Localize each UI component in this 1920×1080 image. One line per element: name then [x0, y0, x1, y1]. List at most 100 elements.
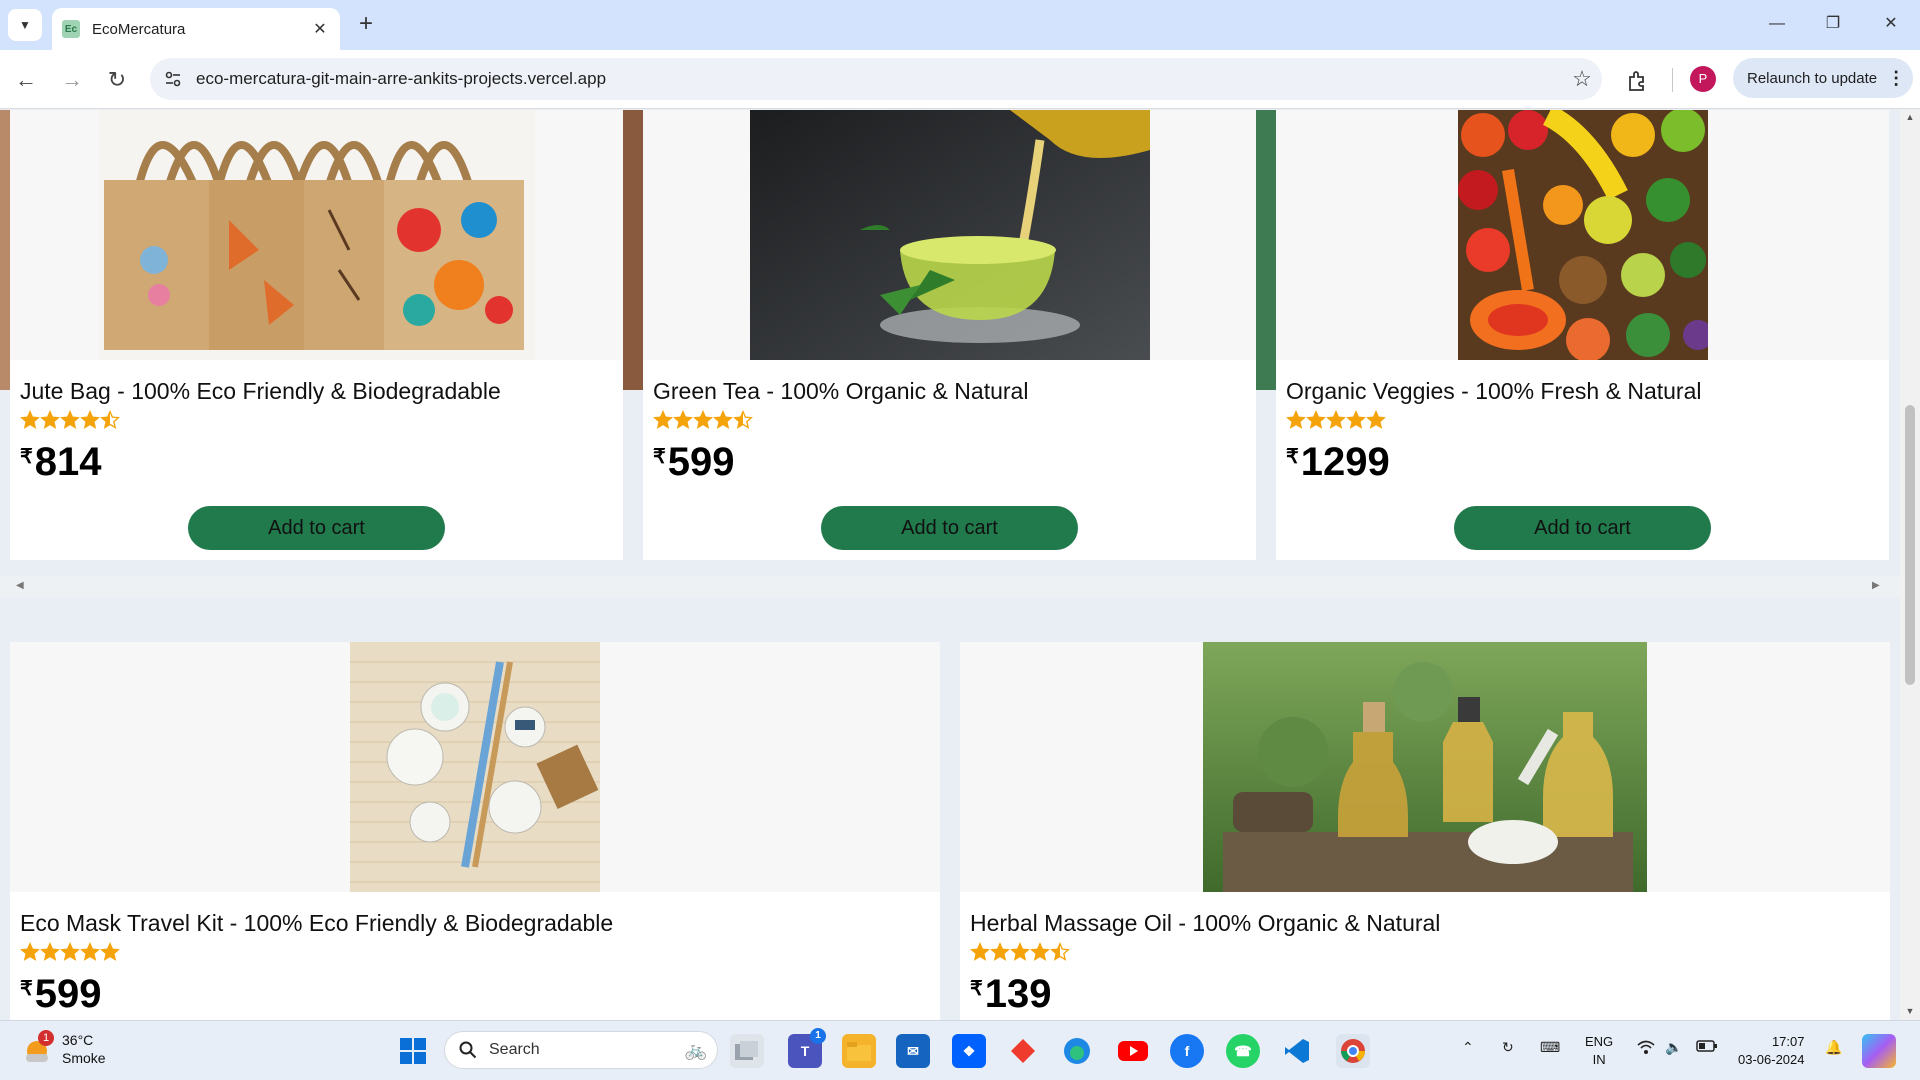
product-price: ₹ 814 [20, 440, 101, 485]
whatsapp-icon[interactable]: ☎ [1226, 1034, 1260, 1068]
reload-button[interactable]: ↻ [101, 64, 133, 96]
star-icon [713, 410, 733, 429]
mail-icon[interactable]: ✉ [896, 1034, 930, 1068]
weather-description: Smoke [62, 1050, 106, 1066]
star-icon [40, 942, 60, 961]
page-viewport: Jute Bag - 100% Eco Friendly & Biodegrad… [0, 110, 1900, 1020]
add-to-cart-button[interactable]: Add to cart [1454, 506, 1711, 550]
bookmark-star-icon[interactable]: ☆ [1562, 66, 1602, 92]
windows-start-icon[interactable] [396, 1034, 430, 1068]
anydesk-icon[interactable] [1006, 1034, 1040, 1068]
system-clock[interactable]: 17:07 03-06-2024 [1738, 1033, 1805, 1069]
scroll-left-icon[interactable]: ◀ [16, 580, 24, 591]
notification-bell-icon[interactable]: 🔔 [1825, 1039, 1842, 1056]
url-text: eco-mercatura-git-main-arre-ankits-proje… [196, 69, 607, 88]
star-icon [20, 942, 40, 961]
price-value: 599 [667, 440, 735, 484]
product-name[interactable]: Eco Mask Travel Kit - 100% Eco Friendly … [20, 910, 613, 937]
product-name[interactable]: Jute Bag - 100% Eco Friendly & Biodegrad… [20, 378, 501, 405]
copilot-icon[interactable] [1862, 1034, 1896, 1068]
volume-icon[interactable]: 🔈 [1665, 1039, 1682, 1056]
star-icon [673, 410, 693, 429]
rating-stars [20, 942, 120, 962]
browser-tab[interactable]: Ec EcoMercatura ✕ [52, 8, 340, 50]
more-menu-icon[interactable]: ⋮ [1887, 68, 1905, 89]
forward-button[interactable]: → [56, 64, 88, 96]
edge-icon[interactable] [1060, 1034, 1094, 1068]
price-value: 814 [34, 440, 102, 484]
chevron-up-icon[interactable]: ⌃ [1462, 1039, 1474, 1056]
star-icon [653, 410, 673, 429]
site-info-icon[interactable] [156, 62, 190, 96]
dropbox-icon[interactable]: ❖ [952, 1034, 986, 1068]
star-icon [20, 410, 40, 429]
taskbar-search[interactable]: Search 🚲 [444, 1031, 718, 1069]
carousel-background [1254, 110, 1276, 390]
back-button[interactable]: ← [10, 64, 42, 96]
search-icon [459, 1041, 477, 1059]
minimize-button[interactable]: — [1752, 8, 1802, 40]
new-tab-button[interactable]: + [352, 10, 380, 38]
product-card: Jute Bag - 100% Eco Friendly & Biodegrad… [10, 110, 623, 560]
scroll-right-icon[interactable]: ▶ [1872, 580, 1880, 591]
extensions-icon[interactable] [1620, 64, 1654, 98]
star-icon [60, 410, 80, 429]
star-icon [100, 942, 120, 961]
keyboard-icon[interactable]: ⌨ [1540, 1039, 1560, 1056]
product-name[interactable]: Green Tea - 100% Organic & Natural [653, 378, 1028, 405]
carousel-horizontal-scrollbar[interactable]: ◀ ▶ [0, 576, 1900, 598]
restore-button[interactable]: ❐ [1808, 8, 1858, 40]
star-icon [733, 410, 753, 429]
rupee-icon: ₹ [20, 978, 33, 1000]
star-icon [80, 410, 100, 429]
close-tab-icon[interactable]: ✕ [310, 19, 330, 39]
product-price: ₹ 1299 [1286, 440, 1390, 485]
add-to-cart-button[interactable]: Add to cart [188, 506, 445, 550]
price-value: 1299 [1300, 440, 1390, 484]
weather-widget[interactable]: 1 36°C Smoke [22, 1030, 106, 1067]
product-name[interactable]: Herbal Massage Oil - 100% Organic & Natu… [970, 910, 1440, 937]
scroll-up-icon[interactable]: ▲ [1900, 112, 1920, 122]
vscode-icon[interactable] [1280, 1034, 1314, 1068]
scrollbar-thumb[interactable] [1905, 405, 1915, 685]
rating-stars [970, 942, 1070, 962]
region-code: IN [1592, 1052, 1606, 1067]
language-indicator[interactable]: ENG IN [1585, 1033, 1613, 1069]
relaunch-button[interactable]: Relaunch to update ⋮ [1733, 58, 1913, 98]
relaunch-label: Relaunch to update [1747, 69, 1878, 87]
add-to-cart-button[interactable]: Add to cart [821, 506, 1078, 550]
page-vertical-scrollbar[interactable]: ▲ ▼ [1900, 110, 1920, 1020]
star-icon [1306, 410, 1326, 429]
profile-avatar[interactable]: P [1690, 66, 1716, 92]
product-image-container [1276, 110, 1889, 360]
tab-search-button[interactable]: ▼ [8, 9, 42, 41]
file-explorer-icon[interactable] [842, 1034, 876, 1068]
chrome-icon[interactable] [1336, 1034, 1370, 1068]
favicon-icon: Ec [62, 20, 80, 38]
star-icon [1326, 410, 1346, 429]
battery-icon[interactable] [1696, 1039, 1718, 1056]
sync-icon[interactable]: ↻ [1502, 1039, 1514, 1056]
scroll-down-icon[interactable]: ▼ [1900, 1006, 1920, 1016]
product-card: Green Tea - 100% Organic & Natural ₹ 599… [643, 110, 1256, 560]
wifi-icon[interactable] [1636, 1039, 1656, 1058]
rating-stars [20, 410, 120, 430]
tab-strip: ▼ Ec EcoMercatura ✕ + — ❐ ✕ [0, 0, 1920, 50]
star-icon [1050, 942, 1070, 961]
language-code: ENG [1585, 1034, 1614, 1049]
close-window-button[interactable]: ✕ [1866, 8, 1916, 40]
star-icon [60, 942, 80, 961]
teams-icon[interactable]: T 1 [788, 1028, 826, 1068]
chevron-down-icon: ▼ [19, 18, 31, 32]
product-image-container [10, 642, 940, 892]
product-name[interactable]: Organic Veggies - 100% Fresh & Natural [1286, 378, 1701, 405]
address-bar[interactable]: eco-mercatura-git-main-arre-ankits-proje… [150, 58, 1602, 100]
rupee-icon: ₹ [970, 978, 983, 1000]
task-view-icon[interactable] [730, 1034, 764, 1068]
facebook-icon[interactable]: f [1170, 1034, 1204, 1068]
youtube-icon[interactable] [1116, 1034, 1150, 1068]
rupee-icon: ₹ [1286, 446, 1299, 468]
rating-stars [1286, 410, 1386, 430]
star-icon [1346, 410, 1366, 429]
product-image-container [643, 110, 1256, 360]
